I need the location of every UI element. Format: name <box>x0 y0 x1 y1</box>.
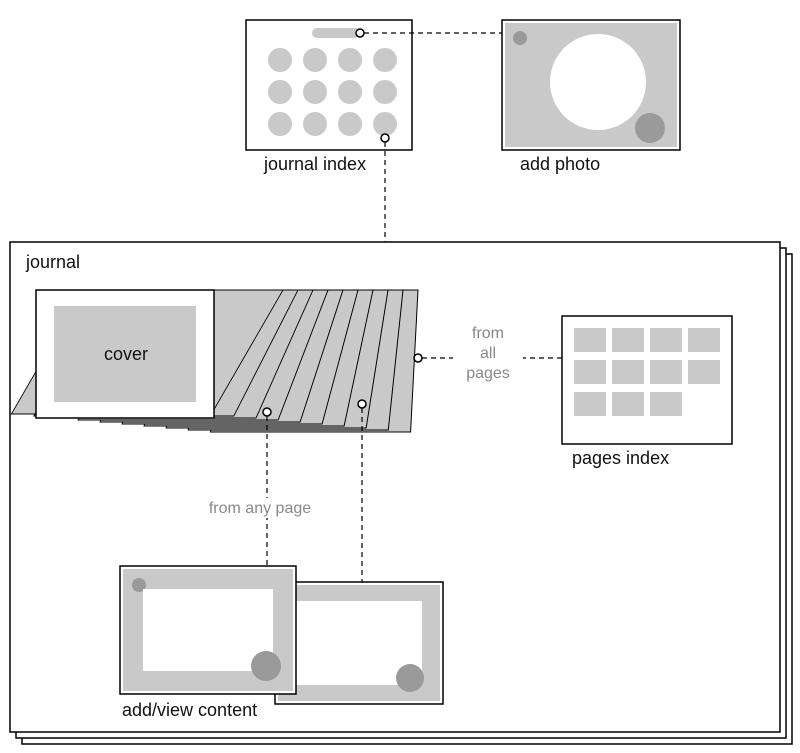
anchor-any-page-2 <box>358 400 366 408</box>
pages-index-label: pages index <box>572 448 669 468</box>
cover-label: cover <box>104 344 148 364</box>
pages-index-card <box>562 316 732 444</box>
anchor-any-page-1 <box>263 408 271 416</box>
add-photo-label: add photo <box>520 154 600 174</box>
journal-label: journal <box>25 252 80 272</box>
add-photo-card <box>502 20 680 150</box>
anchor-journal-index-item <box>381 134 389 142</box>
add-view-content-label: add/view content <box>122 700 257 720</box>
from-all-pages-l1: from <box>472 325 504 342</box>
anchor-journal-index-title <box>356 29 364 37</box>
add-view-content-card-back <box>275 582 443 704</box>
from-all-pages-l2: all <box>480 345 496 362</box>
anchor-last-page <box>414 354 422 362</box>
add-view-content-card-front <box>120 566 296 694</box>
from-any-page-annot: from any page <box>209 500 311 517</box>
journal-index-card <box>246 20 412 150</box>
from-all-pages-l3: pages <box>466 365 510 382</box>
journal-index-label: journal index <box>263 154 366 174</box>
